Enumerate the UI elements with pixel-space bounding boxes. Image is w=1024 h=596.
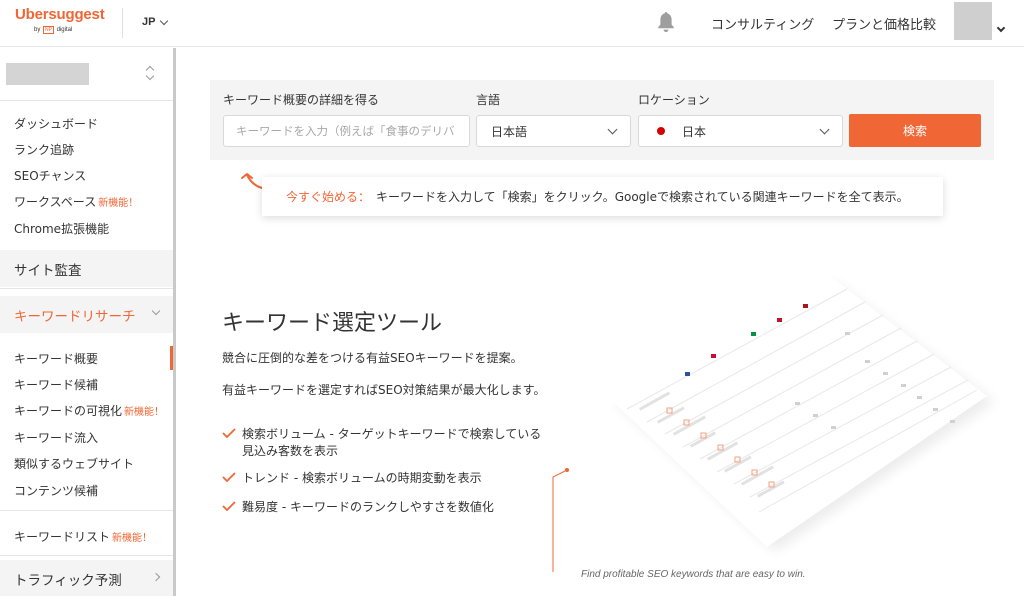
sidebar-section-site-audit[interactable]: サイト監査 (0, 250, 173, 287)
new-badge: 新機能！ (98, 198, 139, 209)
location-select[interactable]: 日本 (638, 115, 843, 147)
sidebar-item-similar-websites[interactable]: 類似するウェブサイト (14, 455, 134, 472)
sidebar-item-seo-opportunities[interactable]: SEOチャンス (14, 167, 86, 184)
sidebar-item-keyword-ideas[interactable]: キーワード候補 (14, 376, 98, 393)
language-label: JP (142, 16, 156, 28)
project-selector[interactable] (6, 63, 89, 85)
illustration-caption: Find profitable SEO keywords that are ea… (581, 569, 806, 580)
sort-updown-icon[interactable] (145, 64, 155, 80)
language-field-label: 言語 (476, 93, 501, 107)
keyword-input[interactable] (223, 115, 470, 147)
location-field-label: ロケーション (638, 93, 710, 107)
tool-description-1: 競合に圧倒的な差をつける有益SEOキーワードを提案。 (222, 351, 523, 365)
sidebar-item-rank-tracking[interactable]: ランク追跡 (14, 141, 74, 158)
keyword-search-panel: キーワード概要の詳細を得る 言語 日本語 ロケーション 日本 検索 (210, 80, 994, 160)
ubersuggest-logo[interactable]: Ubersuggest by NP digital (15, 6, 105, 34)
chevron-down-icon (607, 124, 618, 135)
account-menu-toggle[interactable] (996, 16, 1006, 35)
chevron-down-icon (151, 306, 161, 316)
sidebar-item-dashboard[interactable]: ダッシュボード (14, 115, 98, 132)
tool-description-2: 有益キーワードを選定すればSEO対策結果が最大化します。 (222, 383, 546, 397)
sidebar-item-keywords-by-traffic[interactable]: キーワード流入 (14, 429, 98, 446)
feature-trend: トレンド - 検索ボリュームの時期変動を表示 (222, 470, 562, 488)
bell-icon[interactable] (657, 11, 675, 33)
divider (0, 555, 173, 556)
sidebar-item-keyword-visualization[interactable]: キーワードの可視化 新機能！ (14, 402, 164, 419)
active-item-indicator (170, 346, 173, 370)
sidebar-item-keyword-overview[interactable]: キーワード概要 (14, 350, 98, 367)
chevron-right-icon (151, 572, 161, 582)
logo-byline: by NP digital (34, 26, 73, 34)
getting-started-hint: 今すぐ始める： キーワードを入力して「検索」をクリック。Googleで検索されて… (262, 177, 943, 216)
keyword-table-illustration (552, 276, 995, 572)
logo-text: Ubersuggest (15, 6, 105, 23)
language-selector[interactable]: JP (142, 16, 169, 28)
check-icon (222, 428, 236, 438)
nav-pricing-link[interactable]: プランと価格比較 (832, 14, 936, 33)
location-select-value: 日本 (682, 124, 707, 139)
chevron-down-icon (160, 16, 169, 25)
language-select-value: 日本語 (491, 124, 528, 139)
avatar[interactable] (954, 2, 992, 40)
new-badge: 新機能！ (124, 407, 165, 418)
sidebar-item-workspace[interactable]: ワークスペース 新機能！ (14, 193, 138, 210)
top-header: Ubersuggest by NP digital JP コンサルティング プラ… (0, 0, 1024, 47)
tool-title: キーワード選定ツール (222, 311, 443, 336)
sidebar-section-keyword-research[interactable]: キーワードリサーチ (0, 296, 173, 333)
check-icon (222, 472, 236, 482)
feature-difficulty: 難易度 - キーワードのランクしやすさを数値化 (222, 499, 562, 517)
header-divider (122, 8, 123, 38)
sidebar-item-keyword-lists[interactable]: キーワードリスト 新機能！ (14, 528, 152, 545)
divider (0, 510, 173, 511)
nav-consulting-link[interactable]: コンサルティング (711, 14, 814, 33)
sidebar: ダッシュボード ランク追跡 SEOチャンス ワークスペース 新機能！ Chrome… (0, 48, 176, 596)
hint-lead: 今すぐ始める： (286, 190, 371, 204)
sidebar-item-content-ideas[interactable]: コンテンツ候補 (14, 482, 98, 499)
new-badge: 新機能！ (112, 533, 153, 544)
sidebar-item-chrome-extension[interactable]: Chrome拡張機能 (14, 220, 109, 237)
keyword-field-label: キーワード概要の詳細を得る (223, 93, 380, 107)
divider (0, 288, 173, 289)
search-button[interactable]: 検索 (849, 114, 981, 147)
sidebar-section-traffic-estimation[interactable]: トラフィック予測 (0, 560, 173, 596)
feature-search-volume: 検索ボリューム - ターゲットキーワードで検索している 見込み客数を表示 (222, 426, 562, 460)
japan-flag-icon (657, 127, 665, 135)
hint-text: キーワードを入力して「検索」をクリック。Googleで検索されている関連キーワー… (376, 190, 909, 204)
chevron-down-icon (819, 124, 830, 135)
language-select[interactable]: 日本語 (476, 115, 631, 147)
divider (0, 100, 173, 101)
chevron-down-icon (996, 23, 1006, 33)
check-icon (222, 501, 236, 511)
